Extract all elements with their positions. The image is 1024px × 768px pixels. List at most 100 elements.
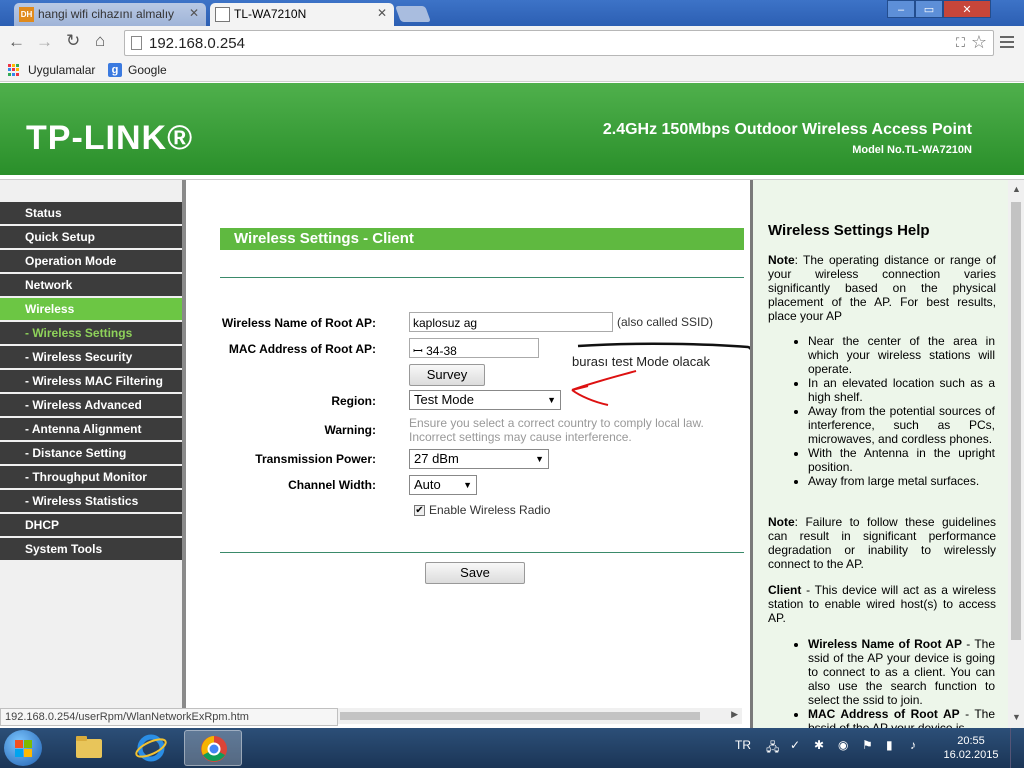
section-title: Wireless Settings - Client	[220, 228, 744, 250]
channel-width-select[interactable]: Auto ▼	[409, 475, 477, 495]
nav-distance-setting[interactable]: - Distance Setting	[0, 442, 182, 464]
channel-width-value: Auto	[414, 477, 441, 492]
ie-taskbar-button[interactable]	[122, 730, 180, 766]
nav-system-tools[interactable]: System Tools	[0, 538, 182, 560]
list-item: In an elevated location such as a high s…	[808, 376, 995, 404]
donanimhaber-favicon: DH	[19, 7, 34, 22]
wifi-signal-icon[interactable]: ▮	[886, 738, 893, 752]
close-window-button[interactable]: ✕	[943, 0, 991, 18]
apps-icon	[8, 64, 20, 76]
region-select[interactable]: Test Mode ▼	[409, 390, 561, 410]
address-bar[interactable]: 192.168.0.254 ⛶ ☆	[124, 30, 994, 56]
help-panel: Wireless Settings Help Note: The operati…	[750, 180, 1008, 735]
horizontal-scrollbar[interactable]: ▶	[336, 708, 742, 724]
clock-time: 20:55	[957, 735, 985, 747]
bluetooth-icon[interactable]: ✱	[814, 738, 824, 752]
router-header: TP-LINK® 2.4GHz 150Mbps Outdoor Wireless…	[0, 83, 1024, 175]
url-text: 192.168.0.254	[149, 35, 245, 52]
reload-icon[interactable]: ↻	[66, 31, 80, 51]
chevron-down-icon: ▼	[547, 395, 556, 405]
mac-input[interactable]: ꟷ 34-38	[409, 338, 539, 358]
survey-button[interactable]: Survey	[409, 364, 485, 386]
forward-arrow-icon[interactable]: →	[36, 32, 53, 52]
flag-icon[interactable]: ⚑	[862, 738, 873, 752]
system-clock[interactable]: 20:55 16.02.2015	[942, 734, 1000, 762]
minimize-button[interactable]: –	[887, 0, 915, 18]
power-value: 27 dBm	[414, 451, 459, 466]
model-number: Model No.TL-WA7210N	[852, 144, 972, 156]
network-icon[interactable]: 🖧	[766, 738, 779, 759]
tab-label: hangi wifi cihazını almalıy	[38, 7, 175, 21]
nav-wireless-mac-filtering[interactable]: - Wireless MAC Filtering	[0, 370, 182, 392]
power-label: Transmission Power:	[255, 452, 376, 466]
nav-status[interactable]: Status	[0, 202, 182, 224]
mac-label: MAC Address of Root AP:	[228, 342, 376, 356]
maximize-button[interactable]: ▭	[915, 0, 943, 18]
chevron-down-icon[interactable]: ▼	[1012, 712, 1021, 722]
clock-date: 16.02.2015	[943, 749, 999, 761]
list-item: Near the center of the area in which you…	[808, 334, 995, 376]
save-button[interactable]: Save	[425, 562, 525, 584]
page-icon	[131, 36, 142, 50]
enable-radio-label: Enable Wireless Radio	[429, 503, 551, 517]
bookmark-google[interactable]: Google	[128, 63, 167, 77]
taskbar: TR 🖧 ✓ ✱ ◉ ⚑ ▮ ♪ 20:55 16.02.2015	[0, 728, 1024, 768]
nav-antenna-alignment[interactable]: - Antenna Alignment	[0, 418, 182, 440]
home-icon[interactable]: ⌂	[95, 31, 105, 51]
list-item: Away from the potential sources of inter…	[808, 404, 995, 446]
help-client: Client - This device will act as a wirel…	[768, 583, 996, 625]
product-title: 2.4GHz 150Mbps Outdoor Wireless Access P…	[602, 121, 972, 138]
nav-wireless[interactable]: Wireless	[0, 298, 182, 320]
back-arrow-icon[interactable]: ←	[8, 32, 25, 52]
nav-dhcp[interactable]: DHCP	[0, 514, 182, 536]
tab-router[interactable]: TL-WA7210N ✕	[210, 3, 394, 26]
explorer-taskbar-button[interactable]	[60, 730, 118, 766]
chevron-right-icon[interactable]: ▶	[731, 709, 738, 720]
ssid-input[interactable]: kaplosuz ag	[409, 312, 613, 332]
menu-icon[interactable]	[1000, 33, 1014, 51]
scrollbar-thumb[interactable]	[1011, 202, 1021, 640]
tab-forum[interactable]: DH hangi wifi cihazını almalıy ✕	[14, 3, 206, 26]
page-favicon	[215, 7, 230, 22]
start-button[interactable]	[4, 730, 42, 766]
list-item: Wireless Name of Root AP - The ssid of t…	[808, 637, 995, 707]
translate-icon[interactable]: ⛶	[956, 35, 965, 51]
show-desktop-button[interactable]	[1010, 728, 1024, 768]
chevron-up-icon[interactable]: ▲	[1012, 184, 1021, 194]
close-icon[interactable]: ✕	[189, 6, 199, 20]
ssid-hint: (also called SSID)	[617, 315, 714, 329]
region-label: Region:	[331, 394, 376, 408]
nav-operation-mode[interactable]: Operation Mode	[0, 250, 182, 272]
security-icon[interactable]: ✓	[790, 738, 800, 752]
nav-throughput-monitor[interactable]: - Throughput Monitor	[0, 466, 182, 488]
vertical-scrollbar[interactable]: ▲ ▼	[1008, 180, 1024, 728]
chrome-taskbar-button[interactable]	[184, 730, 242, 766]
nav-wireless-settings[interactable]: - Wireless Settings	[0, 322, 182, 344]
nav-wireless-advanced[interactable]: - Wireless Advanced	[0, 394, 182, 416]
bookmark-apps[interactable]: Uygulamalar	[28, 63, 95, 77]
volume-icon[interactable]: ♪	[910, 738, 916, 752]
chrome-icon	[201, 736, 227, 762]
browser-tabstrip: DH hangi wifi cihazını almalıy ✕ TL-WA72…	[0, 0, 1024, 26]
tab-label: TL-WA7210N	[234, 7, 307, 21]
ssid-label: Wireless Name of Root AP:	[221, 316, 376, 330]
nav-wireless-statistics[interactable]: - Wireless Statistics	[0, 490, 182, 512]
divider-bottom	[220, 552, 744, 553]
nav-network[interactable]: Network	[0, 274, 182, 296]
close-icon[interactable]: ✕	[377, 6, 387, 20]
language-indicator[interactable]: TR	[735, 738, 751, 752]
scrollbar-thumb[interactable]	[340, 712, 700, 720]
annotation-drawing	[571, 342, 765, 406]
nav-wireless-security[interactable]: - Wireless Security	[0, 346, 182, 368]
bookmark-star-icon[interactable]: ☆	[971, 32, 987, 53]
channel-width-label: Channel Width:	[288, 478, 376, 492]
enable-radio-checkbox[interactable]: ✔	[414, 505, 425, 516]
help-tips-list: Near the center of the area in which you…	[793, 334, 995, 488]
nav-quick-setup[interactable]: Quick Setup	[0, 226, 182, 248]
power-select[interactable]: 27 dBm ▼	[409, 449, 549, 469]
app-tray-icon[interactable]: ◉	[838, 738, 848, 752]
settings-panel: Wireless Settings - Client Wireless Name…	[188, 180, 746, 708]
left-nav: Status Quick Setup Operation Mode Networ…	[0, 180, 186, 708]
new-tab-button[interactable]	[395, 6, 431, 22]
help-note-2: Note: Failure to follow these guidelines…	[768, 515, 996, 571]
